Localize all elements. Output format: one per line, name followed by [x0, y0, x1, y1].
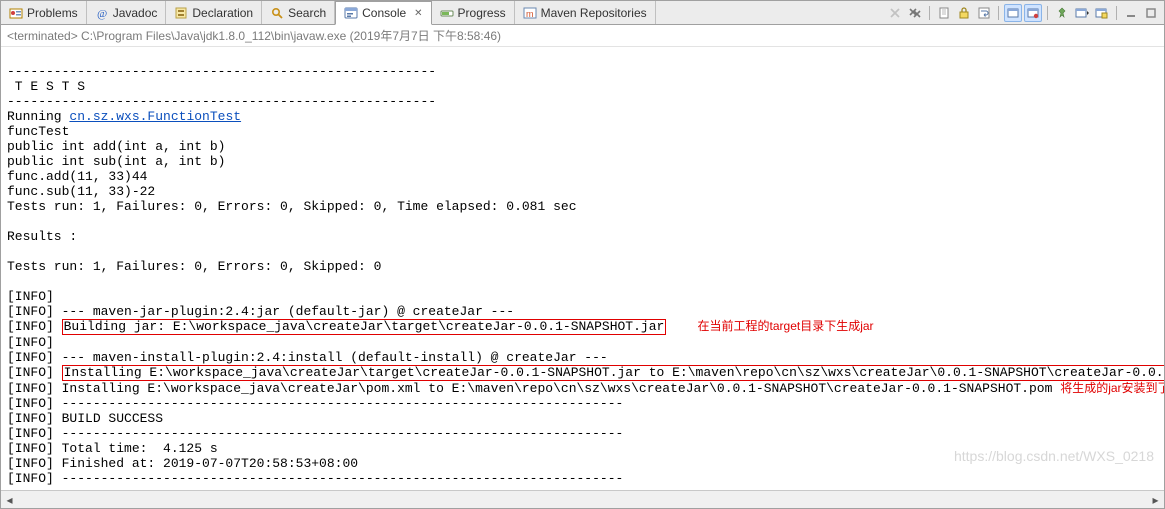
- tab-label: Problems: [27, 6, 78, 20]
- tab-label: Maven Repositories: [541, 6, 647, 20]
- open-console-button[interactable]: [1093, 4, 1111, 22]
- annotation-target-jar: 在当前工程的target目录下生成jar: [698, 319, 874, 333]
- clear-console-button[interactable]: [935, 4, 953, 22]
- console-output: ----------------------------------------…: [1, 47, 1164, 490]
- display-console-button[interactable]: [1073, 4, 1091, 22]
- highlight-box-install-jar: Installing E:\workspace_java\createJar\t…: [62, 365, 1164, 381]
- search-icon: [270, 6, 284, 20]
- view-tab-bar: Problems @ Javadoc Declaration Search Co…: [1, 1, 1164, 25]
- declaration-icon: [174, 6, 188, 20]
- test-class-link[interactable]: cn.sz.wxs.FunctionTest: [69, 109, 241, 124]
- scroll-lock-button[interactable]: [955, 4, 973, 22]
- console-scroll-area[interactable]: ----------------------------------------…: [1, 47, 1164, 490]
- console-toolbar: [882, 1, 1164, 24]
- remove-all-button[interactable]: [906, 4, 924, 22]
- close-icon[interactable]: ✕: [414, 8, 422, 19]
- view-tabs: Problems @ Javadoc Declaration Search Co…: [1, 1, 656, 24]
- tab-console[interactable]: Console ✕: [335, 1, 431, 25]
- scroll-right-arrow[interactable]: ▸: [1147, 491, 1164, 508]
- problems-icon: [9, 6, 23, 20]
- tab-label: Javadoc: [113, 6, 158, 20]
- minimize-button[interactable]: [1122, 4, 1140, 22]
- tab-declaration[interactable]: Declaration: [166, 1, 262, 24]
- tab-label: Declaration: [192, 6, 253, 20]
- console-process-status: <terminated> C:\Program Files\Java\jdk1.…: [1, 25, 1164, 47]
- tab-search[interactable]: Search: [262, 1, 335, 24]
- tab-label: Progress: [458, 6, 506, 20]
- tab-maven-repos[interactable]: m Maven Repositories: [515, 1, 656, 24]
- highlight-box-build-jar: Building jar: E:\workspace_java\createJa…: [62, 319, 667, 335]
- tab-progress[interactable]: Progress: [432, 1, 515, 24]
- remove-launch-button[interactable]: [886, 4, 904, 22]
- show-on-stdout-button[interactable]: [1004, 4, 1022, 22]
- toolbar-separator: [1116, 6, 1117, 20]
- status-prefix: <terminated>: [7, 29, 81, 43]
- tab-label: Search: [288, 6, 326, 20]
- console-icon: [344, 6, 358, 20]
- status-timestamp: (2019年7月7日 下午8:58:46): [346, 29, 501, 43]
- svg-text:m: m: [526, 9, 534, 19]
- maven-icon: m: [523, 6, 537, 20]
- word-wrap-button[interactable]: [975, 4, 993, 22]
- scroll-track[interactable]: [18, 491, 1147, 508]
- toolbar-separator: [1047, 6, 1048, 20]
- progress-icon: [440, 6, 454, 20]
- annotation-local-repo: 将生成的jar安装到了本地仓库: [1060, 381, 1164, 395]
- scroll-left-arrow[interactable]: ◂: [1, 491, 18, 508]
- toolbar-separator: [929, 6, 930, 20]
- javadoc-icon: @: [95, 6, 109, 20]
- maximize-button[interactable]: [1142, 4, 1160, 22]
- show-on-stderr-button[interactable]: [1024, 4, 1042, 22]
- pin-console-button[interactable]: [1053, 4, 1071, 22]
- tab-javadoc[interactable]: @ Javadoc: [87, 1, 167, 24]
- horizontal-scrollbar[interactable]: ◂ ▸: [1, 490, 1164, 508]
- svg-text:@: @: [97, 8, 107, 20]
- tab-problems[interactable]: Problems: [1, 1, 87, 24]
- status-path: C:\Program Files\Java\jdk1.8.0_112\bin\j…: [81, 29, 346, 43]
- toolbar-separator: [998, 6, 999, 20]
- tab-label: Console: [362, 6, 406, 20]
